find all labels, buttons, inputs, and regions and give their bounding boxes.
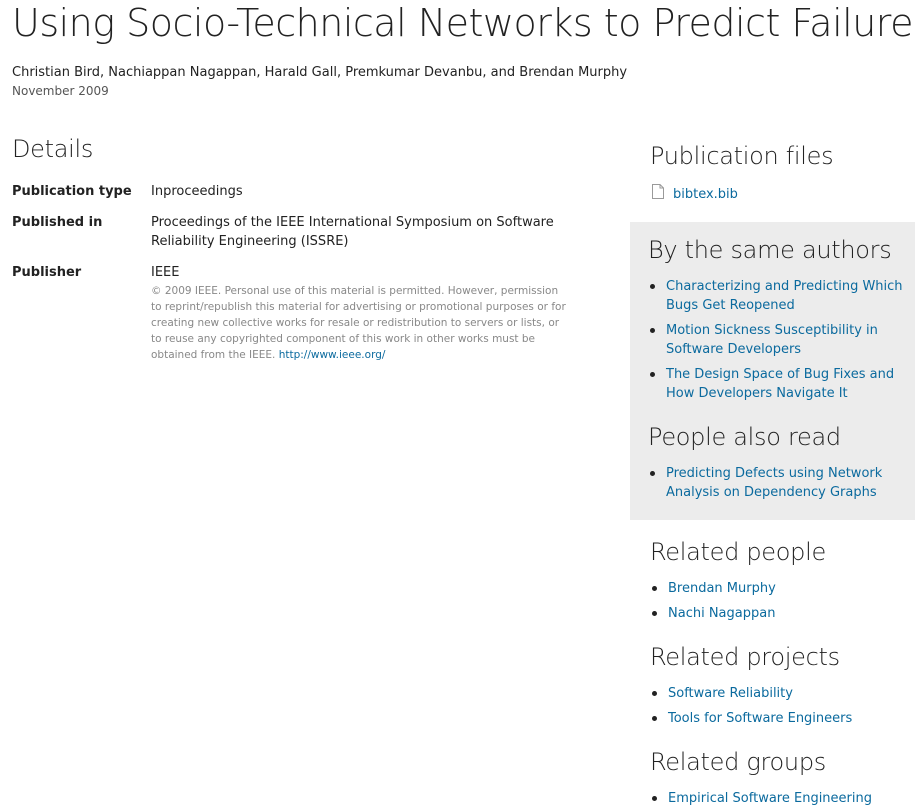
list-item: Predicting Defects using Network Analysi…: [648, 464, 908, 502]
related-groups-section: Related groups Empirical Software Engine…: [650, 747, 910, 808]
list-item: Motion Sickness Susceptibility in Softwa…: [648, 321, 908, 359]
detail-key: Publication type: [12, 184, 132, 199]
detail-value: Inproceedings: [151, 184, 243, 199]
publication-files-heading: Publication files: [650, 142, 834, 170]
ieee-link[interactable]: http://www.ieee.org/: [279, 349, 386, 361]
same-authors-heading: By the same authors: [648, 236, 892, 264]
also-read-link[interactable]: Predicting Defects using Network Analysi…: [666, 466, 882, 500]
detail-value: Proceedings of the IEEE International Sy…: [151, 215, 554, 249]
document-icon: [652, 184, 664, 199]
related-people-heading: Related people: [650, 538, 826, 566]
same-authors-link[interactable]: Characterizing and Predicting Which Bugs…: [666, 279, 903, 313]
detail-key: Publisher: [12, 265, 82, 280]
publisher-block: IEEE © 2009 IEEE. Personal use of this m…: [151, 263, 571, 363]
related-project-link[interactable]: Tools for Software Engineers: [668, 711, 852, 726]
page-title: Using Socio-Technical Networks to Predic…: [12, 1, 915, 45]
publication-date: November 2009: [12, 84, 109, 98]
file-link[interactable]: bibtex.bib: [673, 185, 738, 205]
related-projects-section: Related projects Software Reliability To…: [650, 642, 910, 734]
copyright-notice: © 2009 IEEE. Personal use of this materi…: [151, 283, 571, 363]
list-item: Software Reliability: [650, 684, 910, 703]
list-item: Tools for Software Engineers: [650, 709, 910, 728]
related-groups-heading: Related groups: [650, 748, 826, 776]
same-authors-link[interactable]: Motion Sickness Susceptibility in Softwa…: [666, 323, 878, 357]
same-authors-link[interactable]: The Design Space of Bug Fixes and How De…: [666, 367, 894, 401]
detail-key: Published in: [12, 215, 103, 230]
related-group-link[interactable]: Empirical Software Engineering: [668, 791, 872, 806]
people-also-read-heading: People also read: [648, 423, 841, 451]
people-also-read-section: People also read Predicting Defects usin…: [648, 422, 908, 502]
related-person-link[interactable]: Nachi Nagappan: [668, 606, 775, 621]
author-list: Christian Bird, Nachiappan Nagappan, Har…: [12, 65, 628, 80]
related-people-section: Related people Brendan Murphy Nachi Naga…: [650, 537, 910, 629]
detail-value: IEEE: [151, 265, 180, 280]
related-projects-heading: Related projects: [650, 643, 840, 671]
list-item: Empirical Software Engineering: [650, 789, 910, 808]
related-project-link[interactable]: Software Reliability: [668, 686, 793, 701]
list-item: The Design Space of Bug Fixes and How De…: [648, 365, 908, 403]
list-item: Brendan Murphy: [650, 579, 910, 598]
details-heading: Details: [12, 135, 94, 163]
list-item: Characterizing and Predicting Which Bugs…: [648, 277, 908, 315]
list-item: Nachi Nagappan: [650, 604, 910, 623]
related-person-link[interactable]: Brendan Murphy: [668, 581, 776, 596]
same-authors-section: By the same authors Characterizing and P…: [648, 235, 908, 409]
